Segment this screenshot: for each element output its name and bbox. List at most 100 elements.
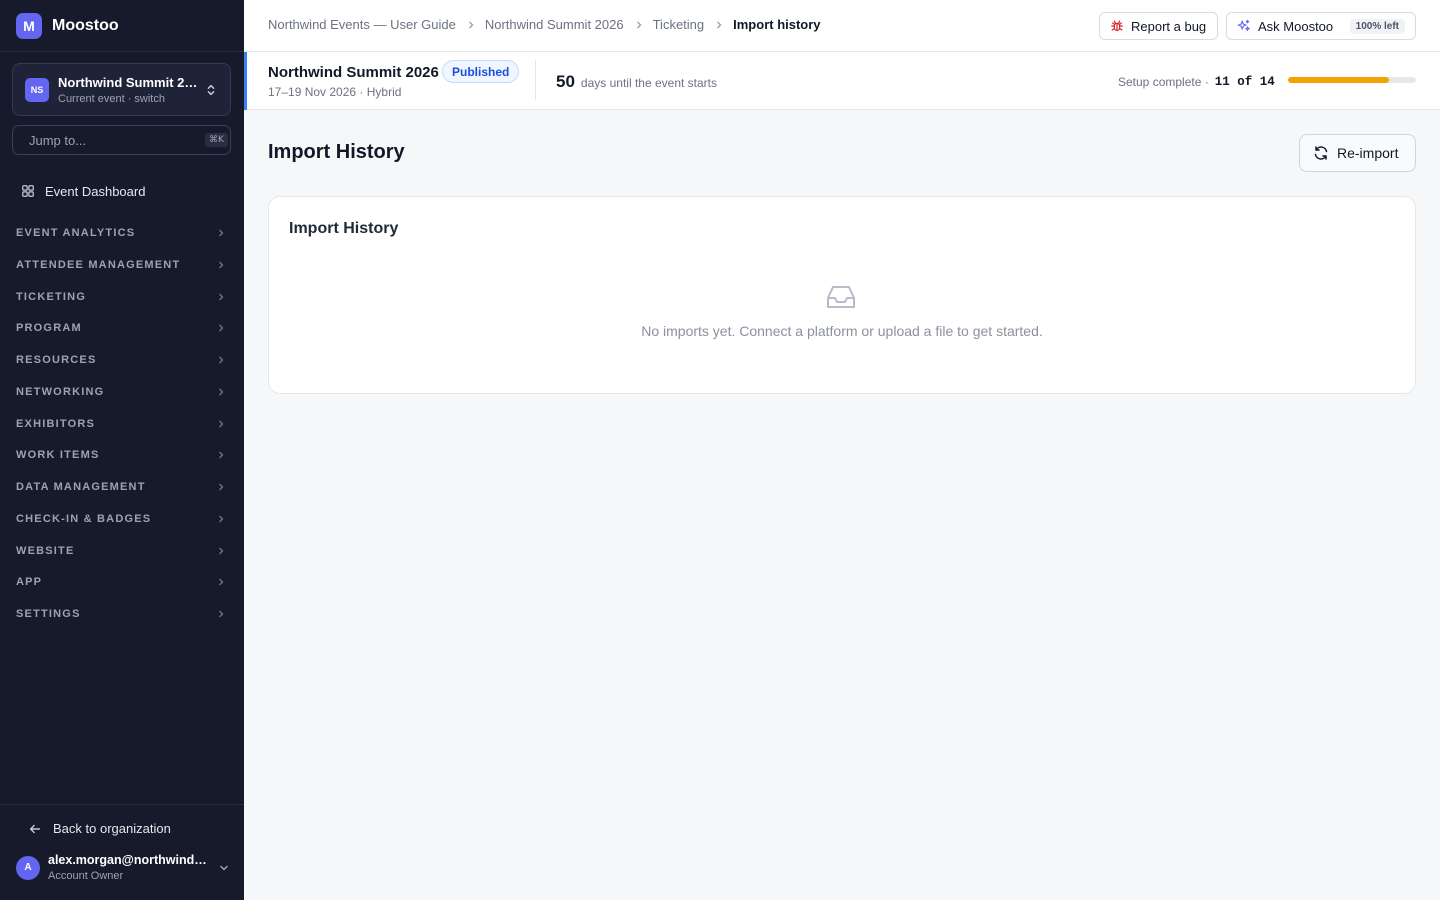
countdown: 50 days until the event starts <box>556 72 717 92</box>
sidebar-group-exhibitors[interactable]: EXHIBITORS <box>0 410 244 438</box>
setup-count: 11 of 14 <box>1214 75 1275 89</box>
sidebar-group-label: WORK ITEMS <box>16 449 100 461</box>
sidebar-group-resources[interactable]: RESOURCES <box>0 346 244 374</box>
sidebar-group-data-management[interactable]: DATA MANAGEMENT <box>0 473 244 501</box>
avatar: A <box>16 855 40 880</box>
jump-to-search[interactable]: ⌘K <box>12 125 231 155</box>
ask-moostoo-label: Ask Moostoo <box>1258 18 1334 34</box>
sidebar-footer: Back to organization A alex.morgan@north… <box>0 804 244 900</box>
sidebar-group-work-items[interactable]: WORK ITEMS <box>0 441 244 469</box>
sidebar-group-label: DATA MANAGEMENT <box>16 481 146 493</box>
sidebar-group-label: EVENT ANALYTICS <box>16 227 136 239</box>
sidebar-group-website[interactable]: WEBSITE <box>0 537 244 565</box>
setup-progress-bar <box>1288 77 1416 83</box>
sidebar-item-label: Event Dashboard <box>45 183 146 199</box>
days-text: days until the event starts <box>580 76 717 90</box>
breadcrumb: Northwind Events — User Guide Northwind … <box>268 17 821 32</box>
divider <box>535 60 536 100</box>
quota-badge: 100% left <box>1349 18 1405 34</box>
user-email: alex.morgan@northwindevents.com <box>48 853 212 867</box>
re-import-label: Re-import <box>1337 145 1399 161</box>
sidebar-group-label: EXHIBITORS <box>16 418 96 430</box>
sidebar-group-label: APP <box>16 576 43 588</box>
sidebar-group-label: RESOURCES <box>16 354 97 366</box>
sidebar-group-program[interactable]: PROGRAM <box>0 314 244 342</box>
event-switcher-subtitle: Current event · switch <box>58 92 165 105</box>
back-to-organization-link[interactable]: Back to organization <box>28 821 171 836</box>
brand-name: Moostoo <box>52 16 119 34</box>
empty-state-text: No imports yet. Connect a platform or up… <box>641 323 1043 339</box>
card-title: Import History <box>289 220 399 237</box>
jump-to-input[interactable] <box>29 132 205 148</box>
report-bug-label: Report a bug <box>1131 18 1207 34</box>
chevron-right-icon <box>219 420 224 428</box>
setup-progress-fill <box>1288 77 1389 83</box>
user-role: Account Owner <box>48 870 124 882</box>
chevron-right-icon <box>717 21 722 28</box>
inbox-icon <box>827 286 855 308</box>
sidebar: M Moostoo NS Northwind Summit 2026 Curre… <box>0 0 244 900</box>
days-count: 50 <box>556 72 575 91</box>
sidebar-group-event-analytics[interactable]: EVENT ANALYTICS <box>0 219 244 247</box>
chevron-right-icon <box>219 515 224 523</box>
chevron-right-icon <box>219 388 224 396</box>
sidebar-group-check-in-badges[interactable]: CHECK-IN & BADGES <box>0 505 244 533</box>
grid-icon <box>22 185 34 197</box>
page-title: Import History <box>268 141 405 163</box>
breadcrumb-item[interactable]: Northwind Events — User Guide <box>268 17 456 32</box>
event-avatar: NS <box>25 77 49 102</box>
sidebar-group-attendee-management[interactable]: ATTENDEE MANAGEMENT <box>0 251 244 279</box>
setup-label: Setup complete · <box>1118 75 1209 89</box>
chevron-right-icon <box>219 324 224 332</box>
sidebar-group-app[interactable]: APP <box>0 568 244 596</box>
breadcrumb-item[interactable]: Ticketing <box>653 17 705 32</box>
sidebar-group-label: WEBSITE <box>16 545 75 557</box>
chevron-right-icon <box>219 356 224 364</box>
top-bar: Northwind Events — User Guide Northwind … <box>244 0 1440 52</box>
breadcrumb-item[interactable]: Northwind Summit 2026 <box>485 17 624 32</box>
brand[interactable]: M Moostoo <box>0 0 244 52</box>
sidebar-group-label: TICKETING <box>16 291 87 303</box>
accent-strip <box>244 52 247 110</box>
sidebar-group-networking[interactable]: NETWORKING <box>0 378 244 406</box>
chevron-right-icon <box>219 293 224 301</box>
user-menu[interactable]: A alex.morgan@northwindevents.com Accoun… <box>16 853 230 882</box>
ask-moostoo-button[interactable]: Ask Moostoo 100% left <box>1226 12 1416 40</box>
arrow-left-icon <box>29 824 41 833</box>
sidebar-group-ticketing[interactable]: TICKETING <box>0 283 244 311</box>
sidebar-group-label: PROGRAM <box>16 322 82 334</box>
chevron-right-icon <box>219 578 224 586</box>
import-history-card: Import History No imports yet. Connect a… <box>268 196 1416 394</box>
sidebar-group-label: CHECK-IN & BADGES <box>16 513 152 525</box>
event-name: Northwind Summit 2026 <box>268 64 439 81</box>
refresh-icon <box>1314 146 1328 160</box>
brand-logo: M <box>16 12 42 39</box>
chevron-right-icon <box>636 21 642 28</box>
chevron-right-icon <box>219 610 224 618</box>
back-to-organization-label: Back to organization <box>53 821 171 836</box>
re-import-button[interactable]: Re-import <box>1299 134 1416 172</box>
chevron-right-icon <box>219 451 224 459</box>
setup-status[interactable]: Setup complete · 11 of 14 <box>1118 75 1275 89</box>
sparkles-icon <box>1237 19 1250 31</box>
bug-icon <box>1111 20 1123 31</box>
chevron-right-icon <box>219 547 224 555</box>
chevron-right-icon <box>468 21 474 28</box>
event-switcher-name: Northwind Summit 2026 <box>58 74 204 90</box>
chevron-down-icon <box>220 865 228 871</box>
sidebar-group-label: SETTINGS <box>16 608 81 620</box>
sidebar-item-event-dashboard[interactable]: Event Dashboard <box>12 177 231 205</box>
event-summary-bar: Northwind Summit 2026 Published 17–19 No… <box>244 52 1440 110</box>
sidebar-group-label: ATTENDEE MANAGEMENT <box>16 259 181 271</box>
sidebar-group-settings[interactable]: SETTINGS <box>0 600 244 628</box>
event-switcher[interactable]: NS Northwind Summit 2026 Current event ·… <box>12 63 231 116</box>
chevron-right-icon <box>219 261 224 269</box>
report-bug-button[interactable]: Report a bug <box>1099 12 1218 40</box>
chevron-up-down-icon <box>207 84 215 95</box>
status-badge: Published <box>442 60 520 83</box>
breadcrumb-current: Import history <box>733 17 821 32</box>
shortcut-hint: ⌘K <box>205 133 228 147</box>
event-dates: 17–19 Nov 2026 · Hybrid <box>268 85 402 99</box>
chevron-right-icon <box>219 483 224 491</box>
chevron-right-icon <box>219 229 224 237</box>
